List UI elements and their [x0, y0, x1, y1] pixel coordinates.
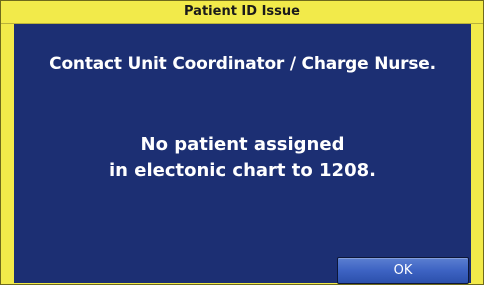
message-line-2: in electonic chart to 1208. [109, 160, 376, 181]
dialog-title: Patient ID Issue [1, 1, 483, 24]
dialog-headline: Contact Unit Coordinator / Charge Nurse. [49, 54, 436, 74]
message-line-1: No patient assigned [140, 134, 345, 155]
dialog-body: Contact Unit Coordinator / Charge Nurse.… [14, 24, 471, 284]
patient-id-issue-dialog: Patient ID Issue Contact Unit Coordinato… [0, 0, 484, 285]
ok-button[interactable]: OK [337, 257, 469, 284]
dialog-message: No patient assigned in electonic chart t… [14, 132, 471, 184]
